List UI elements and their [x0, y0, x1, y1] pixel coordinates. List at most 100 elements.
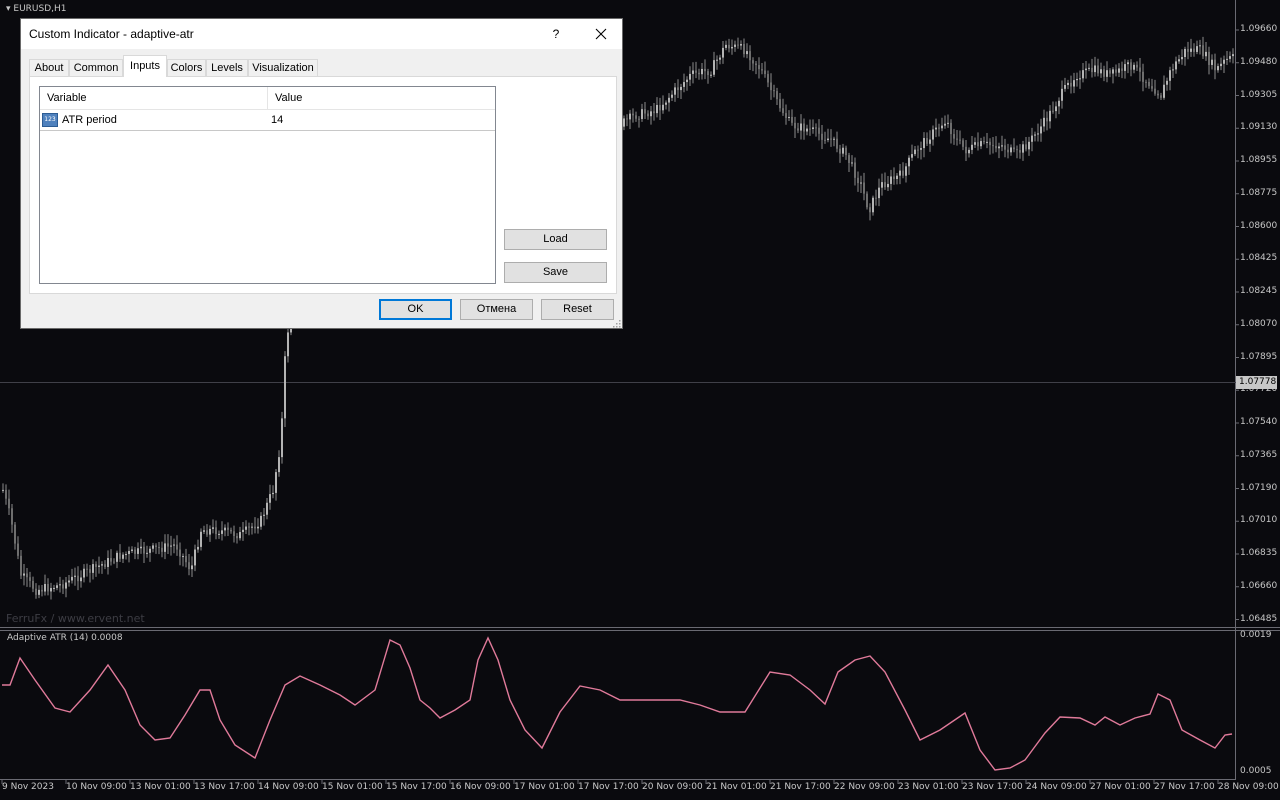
price-axis-label: 1.08425: [1240, 253, 1278, 264]
candle-body: [11, 508, 13, 525]
candle-body: [1082, 70, 1084, 79]
candle-body: [818, 127, 820, 134]
candle-body: [284, 356, 286, 419]
candle-body: [233, 531, 235, 537]
candle-body: [770, 82, 772, 91]
candle-body: [287, 332, 289, 357]
candle-body: [1049, 110, 1051, 122]
time-axis-label: 27 Nov 17:00: [1154, 782, 1215, 792]
candle-body: [866, 193, 868, 208]
tab-about[interactable]: About: [29, 59, 69, 77]
time-axis-label: 17 Nov 01:00: [514, 782, 575, 792]
candle-body: [14, 524, 16, 544]
tab-inputs[interactable]: Inputs: [123, 55, 167, 77]
candle-body: [17, 543, 19, 556]
candle-body: [950, 122, 952, 135]
candle-body: [62, 584, 64, 589]
candle-body: [41, 589, 43, 592]
price-axis-label: 1.07010: [1240, 515, 1278, 526]
load-button[interactable]: Load: [504, 229, 607, 250]
candle-body: [1142, 71, 1144, 82]
candle-body: [119, 552, 121, 559]
candle-body: [113, 561, 115, 563]
candle-body: [1046, 117, 1048, 122]
candle-body: [656, 104, 658, 114]
candle-body: [677, 87, 679, 91]
price-axis-label: 1.08600: [1240, 220, 1278, 231]
time-axis-label: 15 Nov 01:00: [322, 782, 383, 792]
candle-body: [68, 580, 70, 583]
candle-body: [80, 577, 82, 582]
candle-body: [2, 489, 4, 491]
candle-body: [89, 569, 91, 573]
resize-grip-icon[interactable]: [612, 319, 621, 328]
candle-body: [209, 528, 211, 535]
candle-body: [941, 125, 943, 129]
candle-body: [77, 575, 79, 582]
table-row[interactable]: 123 ATR period 14: [40, 110, 495, 131]
candle-body: [20, 555, 22, 576]
column-header-variable[interactable]: Variable: [40, 87, 268, 109]
candle-body: [1187, 48, 1189, 52]
reset-button[interactable]: Reset: [541, 299, 614, 320]
candle-body: [1136, 64, 1138, 68]
candle-body: [1145, 81, 1147, 83]
time-axis-label: 9 Nov 2023: [2, 782, 54, 792]
candle-body: [1103, 69, 1105, 77]
candle-body: [101, 564, 103, 566]
candle-body: [1151, 86, 1153, 89]
candle-body: [716, 59, 718, 61]
custom-indicator-dialog: Custom Indicator - adaptive-atr ? About …: [20, 18, 623, 329]
candle-body: [686, 79, 688, 83]
candle-body: [692, 70, 694, 74]
candle-body: [269, 494, 271, 503]
candle-body: [626, 118, 628, 120]
candle-body: [887, 183, 889, 188]
time-axis-label: 13 Nov 01:00: [130, 782, 191, 792]
tab-visualization[interactable]: Visualization: [248, 59, 318, 77]
candle-body: [890, 176, 892, 184]
candle-body: [197, 546, 199, 550]
candle-body: [674, 87, 676, 95]
candle-body: [227, 527, 229, 530]
tab-levels[interactable]: Levels: [206, 59, 248, 77]
candle-body: [146, 552, 148, 554]
tab-common[interactable]: Common: [69, 59, 123, 77]
help-button[interactable]: ?: [541, 19, 571, 49]
cancel-button[interactable]: Отмена: [460, 299, 533, 320]
table-header: Variable Value: [40, 87, 495, 110]
save-button[interactable]: Save: [504, 262, 607, 283]
candle-body: [152, 545, 154, 549]
inputs-table[interactable]: Variable Value 123 ATR period 14: [39, 86, 496, 284]
price-axis-label: 1.06660: [1240, 580, 1278, 591]
candle-body: [1016, 149, 1018, 151]
candle-body: [935, 127, 937, 130]
value-cell[interactable]: 14: [271, 110, 491, 130]
candle-body: [161, 547, 163, 552]
candle-body: [1202, 45, 1204, 57]
candle-body: [1196, 46, 1198, 52]
candle-body: [47, 583, 49, 592]
tab-colors[interactable]: Colors: [167, 59, 206, 77]
watermark: FerruFx / www.ervent.net: [6, 612, 145, 625]
ok-button[interactable]: OK: [379, 299, 452, 320]
candle-body: [50, 588, 52, 592]
candle-body: [191, 565, 193, 570]
symbol-label[interactable]: ▾ EURUSD,H1: [6, 4, 67, 14]
candle-body: [1052, 110, 1054, 112]
indicator-axis-label: 0.0005: [1240, 766, 1272, 776]
dialog-titlebar[interactable]: Custom Indicator - adaptive-atr ?: [21, 19, 622, 49]
candle-body: [278, 457, 280, 473]
candle-body: [944, 123, 946, 126]
candle-body: [1085, 68, 1087, 71]
candle-body: [701, 68, 703, 75]
candle-body: [95, 564, 97, 567]
candle-body: [245, 526, 247, 530]
candle-body: [1181, 57, 1183, 60]
close-button[interactable]: [586, 19, 616, 49]
candle-body: [869, 207, 871, 213]
candle-body: [128, 550, 130, 555]
column-header-value[interactable]: Value: [268, 87, 495, 109]
candle-body: [263, 514, 265, 516]
candle-body: [740, 44, 742, 46]
